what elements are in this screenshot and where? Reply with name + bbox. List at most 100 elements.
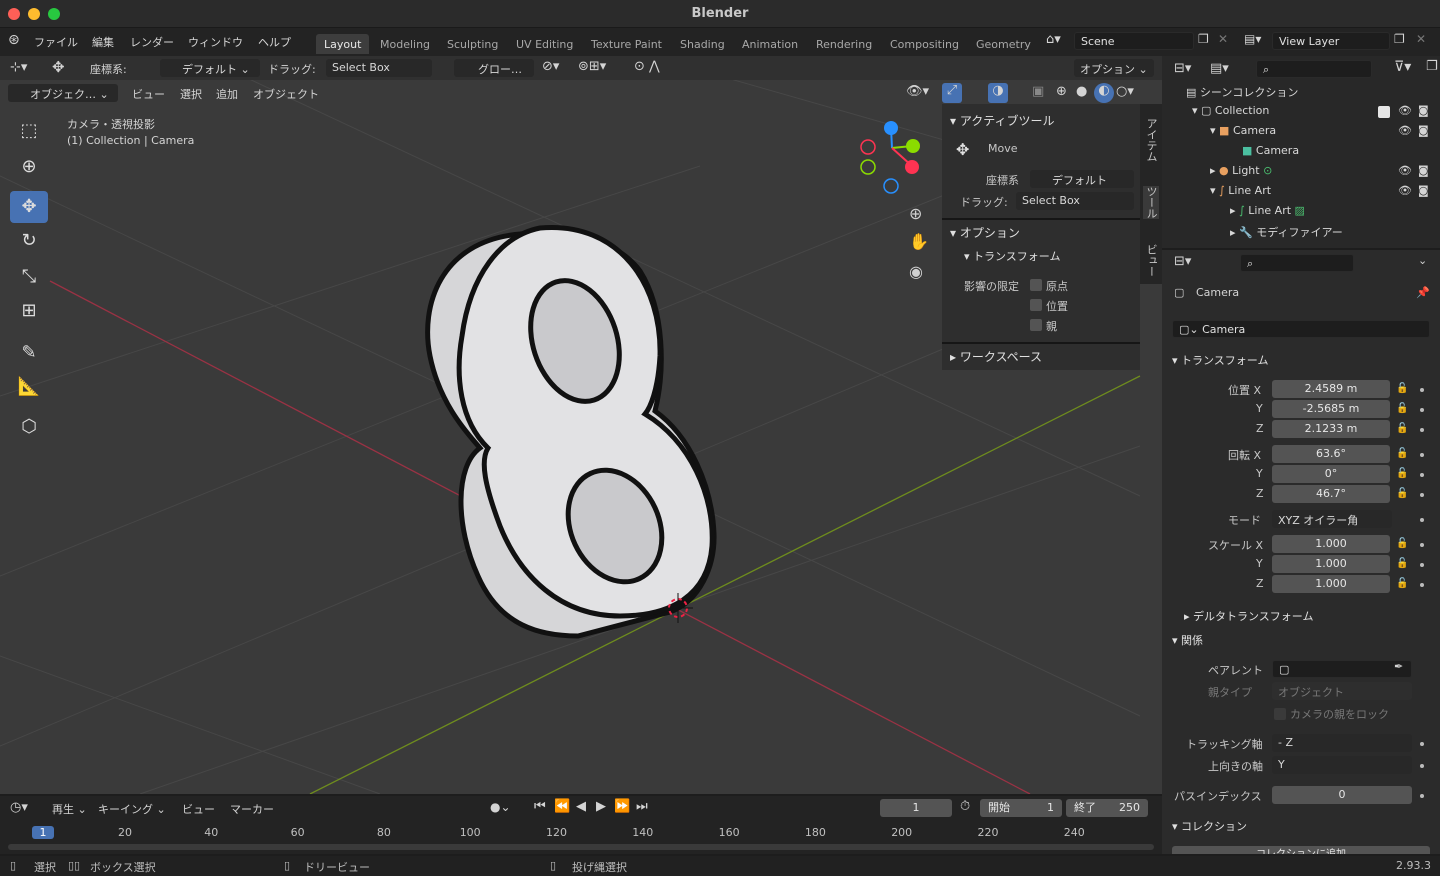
coord-dropdown[interactable]: デフォルト ⌄ [160,59,260,77]
keyframe-scale-y-dot[interactable] [1420,563,1424,567]
jump-keyframe-back-icon[interactable]: ⏪ [554,799,570,814]
eyedropper-icon[interactable]: ✒ [1394,660,1403,673]
menu-add[interactable]: 追加 [216,86,238,102]
drag-dropdown[interactable]: Select Box [326,59,432,77]
options-section[interactable]: ▾ オプション [950,224,1020,241]
menu-timeline-view[interactable]: ビュー [182,801,215,817]
zoom-icon[interactable]: ⊕ [909,204,922,223]
scene-name-field[interactable]: Scene [1074,32,1194,50]
up-axis-dropdown[interactable]: Y [1272,756,1412,774]
move-tool-icon[interactable]: ✥ [10,191,48,223]
keyframe-rotation-x-dot[interactable] [1420,453,1424,457]
pass-index-field[interactable]: 0 [1272,786,1412,804]
snap-icon[interactable]: ⊘▾ [542,59,559,74]
props-editor-type-icon[interactable]: ⊟▾ [1174,254,1191,269]
menu-file[interactable]: ファイル [34,34,78,50]
active-tool-section[interactable]: ▾ アクティブツール [950,112,1055,129]
shading-wireframe-icon[interactable]: ⊕ [1056,84,1067,99]
np-coord-dropdown[interactable]: デフォルト [1030,170,1134,188]
menu-render[interactable]: レンダー [130,34,174,50]
jump-end-icon[interactable]: ⏭ [636,799,648,814]
collection-exclude-checkbox[interactable] [1378,106,1390,118]
location-y-field[interactable]: -2.5685 m [1272,400,1390,418]
scale-z-field[interactable]: 1.000 [1272,575,1390,593]
scale-tool-icon[interactable]: ⤡ [10,261,48,293]
cursor-tool-icon[interactable]: ⊕ [10,151,48,183]
affect-location-checkbox[interactable] [1030,299,1042,311]
view-layer-icon[interactable]: ▤▾ [1244,32,1261,46]
add-to-collection-button[interactable]: コレクションに追加 [1172,846,1430,854]
transform-panel-header[interactable]: ▾ トランスフォーム [1172,352,1268,368]
menu-marker[interactable]: マーカー [230,801,274,817]
keyframe-location-y-dot[interactable] [1420,408,1424,412]
camera-view-icon[interactable]: ◉ [909,262,923,281]
tab-item[interactable]: アイテム [1143,118,1159,162]
location-x-field[interactable]: 2.4589 m [1272,380,1390,398]
menu-window[interactable]: ウィンドウ [188,34,243,50]
lineart-visibility-icon[interactable]: 👁 [1398,184,1412,197]
transform-tool-icon[interactable]: ⊞ [10,295,48,327]
xray-icon[interactable]: ▣ [1032,84,1044,99]
shading-solid-icon[interactable]: ● [1076,84,1087,99]
lock-location-z-icon[interactable]: 🔓 [1396,423,1408,434]
camera-visibility-icon[interactable]: 👁 [1398,124,1412,137]
rotation-x-field[interactable]: 63.6° [1272,445,1390,463]
shading-material-icon[interactable]: ◐ [1094,83,1114,103]
menu-select[interactable]: 選択 [180,86,202,102]
annotate-tool-icon[interactable]: ✎ [10,337,48,369]
outliner-item-camera[interactable]: ▾ ■ Camera [1210,124,1276,144]
lock-rotation-z-icon[interactable]: 🔓 [1396,488,1408,499]
play-reverse-icon[interactable]: ◀ [576,799,586,814]
select-tool-icon[interactable]: ⬚ [10,115,48,147]
tab-uv-editing[interactable]: UV Editing [508,34,581,54]
collection-render-icon[interactable]: ◙ [1418,104,1429,117]
gizmo-toggle-icon[interactable]: ⤢ [942,83,962,103]
new-collection-icon[interactable]: ❐ [1426,59,1438,74]
tab-modeling[interactable]: Modeling [372,34,438,54]
hand-pan-icon[interactable]: ✋ [909,232,929,251]
props-search-input[interactable]: ⌕ [1240,254,1354,272]
keyframe-pass-index-dot[interactable] [1420,794,1424,798]
editor-type-icon[interactable]: ⊟▾ [1174,61,1191,76]
filter-icon[interactable]: ⊽▾ [1394,59,1411,75]
end-frame-field[interactable]: 終了 250 [1066,799,1148,817]
copy-view-layer-icon[interactable]: ❐ [1394,32,1405,46]
tab-geometry[interactable]: Geometry [968,34,1039,54]
lineart-render-icon[interactable]: ◙ [1418,184,1429,197]
rotation-z-field[interactable]: 46.7° [1272,485,1390,503]
outliner-item-modifiers[interactable]: ▸ 🔧 モディファイアー [1230,224,1343,244]
track-axis-dropdown[interactable]: - Z [1272,734,1412,752]
collection-panel-header[interactable]: ▾ コレクション [1172,818,1247,834]
falloff-icon[interactable]: ⊙ ⋀ [634,59,660,74]
timeline-scrollbar[interactable] [8,844,1154,850]
lock-camera-parent-checkbox[interactable] [1274,708,1286,720]
props-options-icon[interactable]: ⌄ [1418,254,1427,267]
measure-tool-icon[interactable]: 📐 [10,371,48,403]
outliner-scene-collection[interactable]: ▤ シーンコレクション [1186,84,1298,104]
props-object-field[interactable]: ▢⌄ Camera [1172,320,1430,338]
menu-object[interactable]: オブジェクト [253,86,319,102]
menu-keying[interactable]: キーイング ⌄ [98,801,166,817]
move-gizmo-icon[interactable]: ✥ [52,58,65,76]
outliner-item-collection[interactable]: ▾ ▢ Collection [1192,104,1269,124]
play-icon[interactable]: ▶ [596,799,606,814]
tab-view[interactable]: ビュー [1143,244,1159,277]
delete-scene-icon[interactable]: ✕ [1218,32,1228,46]
transform-tool-icon[interactable]: ⊹▾ [10,60,27,75]
navigation-gizmo[interactable] [860,121,920,194]
jump-start-icon[interactable]: ⏮ [534,799,546,814]
shading-rendered-icon[interactable]: ○▾ [1116,84,1134,99]
lock-scale-x-icon[interactable]: 🔓 [1396,538,1408,549]
outliner-item-light[interactable]: ▸ ● Light ⊙ [1210,164,1272,184]
line-art-8-object[interactable] [425,225,717,639]
menu-help[interactable]: ヘルプ [258,34,291,50]
scene-selector-icon[interactable]: ⌂▾ [1046,32,1061,47]
keyframe-location-x-dot[interactable] [1420,388,1424,392]
keyframe-mode-dot[interactable] [1420,518,1424,522]
view-layer-field[interactable]: View Layer [1272,32,1390,50]
pin-icon[interactable]: 📌 [1416,286,1430,299]
tab-layout[interactable]: Layout [316,34,370,54]
tab-tool[interactable]: ツール [1143,186,1159,219]
scale-y-field[interactable]: 1.000 [1272,555,1390,573]
rotation-mode-dropdown[interactable]: XYZ オイラー角 [1272,510,1392,528]
